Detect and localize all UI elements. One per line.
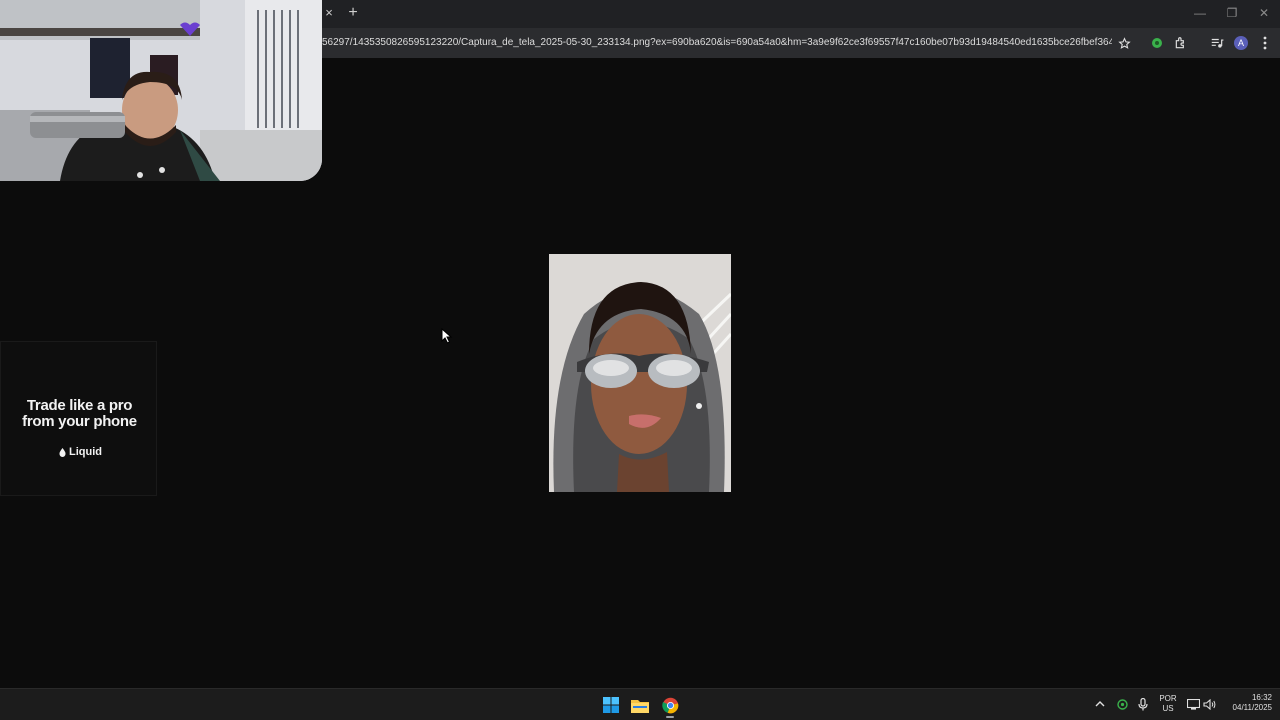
ad-headline-line2: from your phone [22,413,137,430]
clock[interactable]: 16:32 04/11/2025 [1222,693,1272,713]
close-window-button[interactable]: ✕ [1254,4,1274,22]
language-line1: POR [1159,694,1177,703]
chrome-icon[interactable] [659,694,681,716]
ad-brand-name: Liquid [69,446,102,458]
language-line2: US [1162,704,1174,713]
microphone-icon[interactable] [1136,697,1150,711]
ad-card[interactable]: Trade like a pro from your phone Liquid [0,341,157,496]
tab-close-button[interactable]: × [322,5,336,21]
chrome-active-indicator [666,716,674,718]
windows-start-icon[interactable] [600,694,622,716]
media-controls-icon[interactable] [1208,34,1226,52]
network-icon[interactable] [1186,697,1200,711]
droplet-icon [59,447,66,457]
mouse-cursor [441,327,453,344]
menu-icon[interactable] [1256,34,1274,52]
clock-date: 04/11/2025 [1232,703,1272,712]
volume-icon[interactable] [1202,697,1216,711]
puzzle-icon[interactable] [1172,34,1190,52]
maximize-button[interactable]: ❐ [1222,4,1242,22]
chevron-up-icon[interactable] [1093,697,1107,711]
extension-status-icon[interactable] [1148,34,1166,52]
webcam-overlay [0,0,322,181]
file-explorer-icon[interactable] [629,694,651,716]
portrait-photo[interactable] [549,254,731,492]
security-tray-icon[interactable] [1115,697,1129,711]
profile-avatar[interactable]: A [1232,34,1250,52]
new-tab-button[interactable]: + [345,4,361,22]
language-indicator[interactable]: POR US [1157,694,1179,714]
minimize-button[interactable]: — [1190,4,1210,22]
window-controls: — ❐ ✕ [1190,4,1274,22]
star-icon[interactable] [1115,34,1133,52]
address-bar-url[interactable]: 56297/1435350826595123220/Captura_de_tel… [322,36,1112,50]
clock-time: 16:32 [1251,693,1272,702]
ad-headline-line1: Trade like a pro [26,397,133,414]
ad-brand: Liquid [59,445,102,459]
ad-headline: Trade like a pro from your phone [7,398,152,430]
profile-initial: A [1234,36,1248,50]
